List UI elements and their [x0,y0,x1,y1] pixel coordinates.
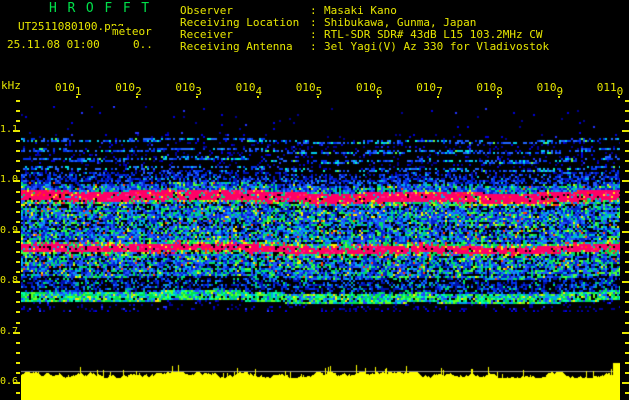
freq-minor-tick [16,160,20,162]
freq-minor-tick [625,301,629,303]
time-tick-mark [256,96,259,98]
freq-minor-tick [625,322,629,324]
observation-label: meteor [112,25,152,38]
freq-minor-tick [625,150,629,152]
freq-minor-tick [625,110,629,112]
freq-minor-tick [625,120,629,122]
freq-minor-tick [625,311,629,313]
freq-minor-tick [625,372,629,374]
freq-minor-tick [16,362,20,364]
freq-tick-label: 1.0 [0,174,19,185]
freq-tick-label: 0.9 [0,225,19,236]
freq-minor-tick [625,191,629,193]
freq-minor-tick [16,241,20,243]
freq-minor-tick [16,191,20,193]
freq-minor-tick [625,352,629,354]
time-tick-mark [497,96,500,98]
freq-minor-tick [16,140,20,142]
freq-minor-tick [625,271,629,273]
freq-minor-tick [16,120,20,122]
freq-minor-tick [16,150,20,152]
time-tick-label: 0109 [536,81,564,98]
time-tick-mark [316,96,319,98]
freq-major-tick [622,180,629,182]
freq-minor-tick [625,221,629,223]
time-tick-mark [76,96,78,98]
freq-minor-tick [16,392,20,394]
app-title: H R O F F T [49,1,151,16]
freq-tick-label: 0.6 [0,376,19,387]
freq-minor-tick [625,261,629,263]
freq-minor-tick [16,170,20,172]
freq-minor-tick [625,211,629,213]
freq-axis-unit: kHz [1,79,21,92]
time-tick-label: 0107 [416,81,443,98]
freq-minor-tick [625,251,629,253]
output-filename: UT2511080100.png [18,20,124,33]
freq-minor-tick [16,211,20,213]
freq-tick-label: 1.1 [0,124,19,135]
echo-counter: 0.. [133,38,153,51]
freq-minor-tick [625,241,629,243]
freq-minor-tick [16,322,20,324]
freq-minor-tick [16,110,20,112]
freq-minor-tick [16,352,20,354]
freq-minor-tick [16,201,20,203]
signal-level-canvas [21,360,620,400]
freq-minor-tick [16,271,20,273]
time-tick-label: 0104 [235,81,263,98]
freq-minor-tick [16,342,20,344]
field-label: Receiving Antenna [180,40,293,53]
time-tick-label: 0106 [356,81,383,98]
field-value: 3el Yagi(V) Az 330 for Vladivostok [324,40,550,53]
time-tick-label: 0102 [115,81,142,98]
freq-minor-tick [16,221,20,223]
field-colon: : [310,40,317,53]
freq-minor-tick [625,342,629,344]
time-tick-mark [437,96,440,98]
freq-minor-tick [625,140,629,142]
freq-minor-tick [625,362,629,364]
freq-minor-tick [625,291,629,293]
time-tick-label: 0110 [596,81,624,98]
time-tick-mark [196,96,199,98]
freq-minor-tick [16,372,20,374]
time-tick-label: 0103 [175,81,202,98]
freq-minor-tick [625,160,629,162]
time-tick-mark [557,96,560,98]
freq-minor-tick [16,311,20,313]
time-tick-mark [377,96,379,98]
freq-major-tick [622,231,629,233]
spectrogram-canvas [21,106,620,312]
freq-minor-tick [625,100,629,102]
freq-major-tick [622,281,629,283]
freq-minor-tick [16,261,20,263]
freq-major-tick [622,382,629,384]
freq-major-tick [622,130,629,132]
freq-minor-tick [16,100,20,102]
freq-minor-tick [16,291,20,293]
hrofft-spectrogram-image: H R O F F T UT2511080100.png meteor 25.1… [0,0,629,400]
freq-minor-tick [625,392,629,394]
freq-minor-tick [625,170,629,172]
freq-minor-tick [16,301,20,303]
freq-tick-label: 0.7 [0,326,19,337]
time-tick-mark [136,96,139,98]
time-tick-label: 0108 [476,81,503,98]
freq-minor-tick [625,201,629,203]
freq-minor-tick [16,251,20,253]
freq-major-tick [622,332,629,334]
freq-tick-label: 0.8 [0,275,19,286]
time-tick-label: 0101 [55,81,82,98]
datetime-label: 25.11.08 01:00 [7,38,100,51]
time-tick-label: 0105 [295,81,323,98]
time-tick-mark [617,96,620,98]
